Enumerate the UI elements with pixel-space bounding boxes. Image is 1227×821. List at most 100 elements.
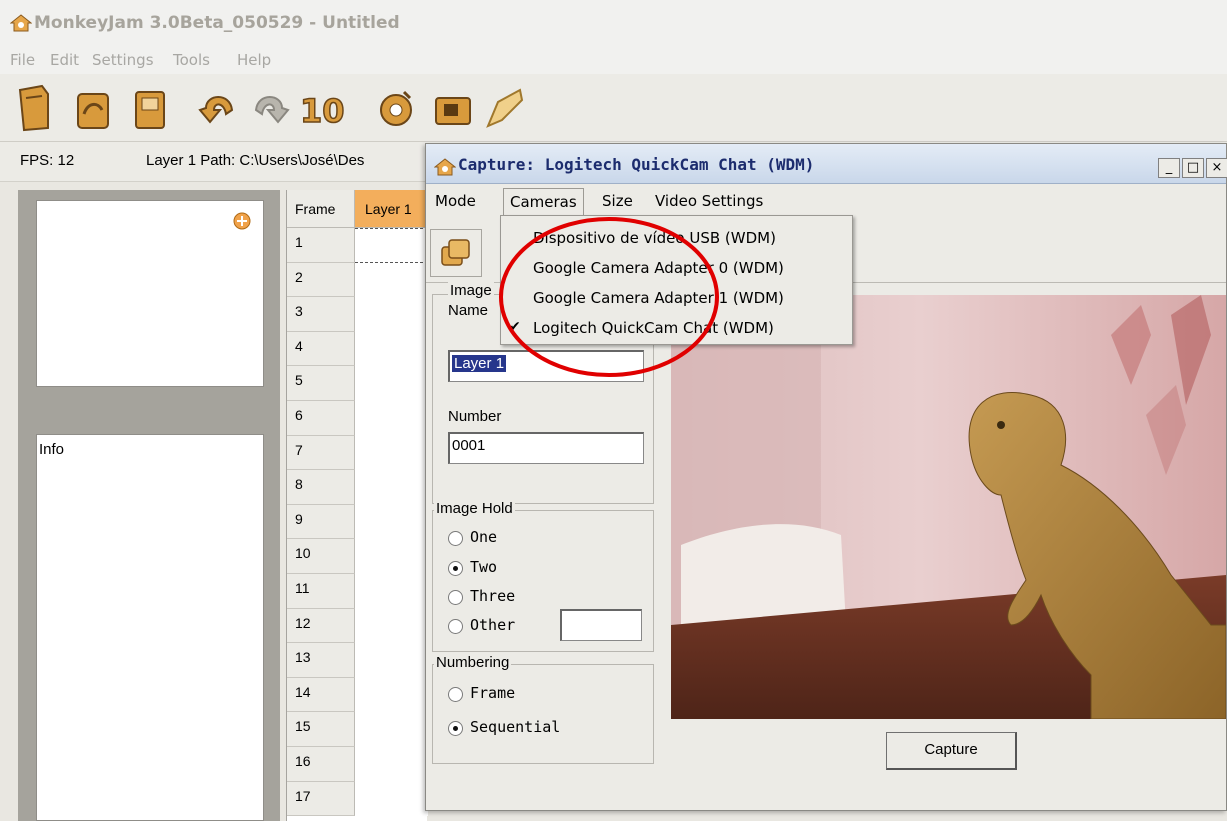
numbering-sequential-radio[interactable]: Sequential [448,718,618,742]
menu-help[interactable]: Help [237,51,271,69]
camera-icon[interactable] [430,80,476,134]
video-preview [671,295,1226,719]
main-title-bar: MonkeyJam 3.0Beta_050529 - Untitled [0,0,1227,44]
frame-number-label: 17 [295,787,311,804]
frame-number-label: 1 [295,234,303,250]
frame-number: 8 [287,470,355,505]
frame-cell[interactable] [355,435,428,471]
hold-three-radio[interactable]: Three [448,587,568,611]
frame-number-label: 3 [295,303,303,320]
frame-cell[interactable] [355,781,428,817]
frame-cell[interactable] [355,366,428,401]
frame-row[interactable]: 14 [287,677,428,713]
frame-number: 2 [287,262,355,298]
frame-number-label: 9 [295,510,303,527]
frame-number-label: 6 [295,407,303,423]
frame-row[interactable]: 6 [287,401,428,436]
fps-readout: FPS: 12 [20,152,75,169]
frame-row[interactable]: 9 [287,504,428,540]
camera-option-google-1[interactable]: Google Camera Adapter 1 (WDM) [501,284,852,314]
hold-other-label: Other [470,616,516,634]
frame-row[interactable]: 7 [287,435,428,471]
ten-frames-icon[interactable]: 10 [296,80,356,134]
cameras-dropdown: Dispositivo de vídeo USB (WDM) Google Ca… [500,215,853,345]
maximize-button[interactable]: □ [1182,158,1204,178]
frame-cell[interactable] [355,262,428,298]
hold-other-input[interactable] [560,609,642,641]
menu-file[interactable]: File [10,51,35,69]
play-icon[interactable] [482,80,528,134]
frame-number-label: 4 [295,337,303,354]
add-icon[interactable] [232,211,252,231]
numbering-groupbox [432,664,654,764]
menu-video-settings[interactable]: Video Settings [649,188,769,215]
minimize-button[interactable]: _ [1158,158,1180,178]
name-label: Name [448,302,489,319]
frame-row[interactable]: 1 [287,228,428,263]
frame-cell[interactable] [355,401,428,436]
preview-panel [36,200,264,387]
frame-cell[interactable] [355,677,428,713]
capture-icon[interactable] [374,80,420,134]
menu-cameras[interactable]: Cameras [503,188,584,215]
frame-number-label: 12 [295,614,311,631]
layer-column-header[interactable]: Layer 1 [355,190,428,228]
frame-cell[interactable] [355,504,428,540]
frame-cell[interactable] [355,643,428,678]
frame-cell[interactable] [355,228,428,263]
frame-row[interactable]: 11 [287,574,428,609]
frame-row[interactable]: 10 [287,539,428,574]
frame-cell[interactable] [355,331,428,367]
frame-number-label: 15 [295,718,311,735]
hold-other-radio[interactable]: Other [448,616,568,640]
frame-number: 1 [287,228,355,263]
frame-cell[interactable] [355,712,428,747]
frame-cell[interactable] [355,539,428,574]
hold-two-radio[interactable]: Two [448,558,568,582]
frame-row[interactable]: 3 [287,297,428,332]
menu-mode[interactable]: Mode [429,188,482,215]
save-icon[interactable] [126,80,172,134]
frame-cell[interactable] [355,297,428,332]
frame-cell[interactable] [355,747,428,782]
main-toolbar: 10 [0,74,1227,142]
frame-number-label: 8 [295,476,303,493]
numbering-frame-radio[interactable]: Frame [448,684,598,708]
frame-row[interactable]: 2 [287,262,428,298]
menu-size[interactable]: Size [596,188,639,215]
new-icon[interactable] [12,80,58,134]
frame-number: 12 [287,608,355,644]
number-input[interactable]: 0001 [448,432,644,464]
frame-row[interactable]: 17 [287,781,428,817]
frame-row[interactable]: 16 [287,747,428,782]
frame-row[interactable]: 4 [287,331,428,367]
frame-cell[interactable] [355,470,428,505]
capture-title: Capture: Logitech QuickCam Chat (WDM) [458,155,815,174]
redo-icon[interactable] [246,80,292,134]
frame-row[interactable]: 12 [287,608,428,644]
frame-row[interactable]: 5 [287,366,428,401]
camera-option-usb[interactable]: Dispositivo de vídeo USB (WDM) [501,224,852,254]
close-button[interactable]: × [1206,158,1227,178]
menu-tools[interactable]: Tools [173,51,210,69]
frame-row[interactable]: 15 [287,712,428,747]
app-icon [434,158,456,176]
frame-number: 13 [287,643,355,678]
frame-cell[interactable] [355,608,428,644]
capture-button[interactable]: Capture [886,732,1017,770]
frame-row[interactable]: 8 [287,470,428,505]
undo-icon[interactable] [196,80,242,134]
copy-frames-button[interactable] [430,229,482,277]
camera-option-logitech[interactable]: ✔ Logitech QuickCam Chat (WDM) [501,314,852,344]
frame-number: 5 [287,366,355,401]
hold-one-radio[interactable]: One [448,528,568,552]
hold-one-label: One [470,528,498,546]
camera-option-google-0[interactable]: Google Camera Adapter 0 (WDM) [501,254,852,284]
open-icon[interactable] [70,80,116,134]
numbering-sequential-label: Sequential [470,718,561,736]
frame-row[interactable]: 13 [287,643,428,678]
frame-cell[interactable] [355,574,428,609]
name-input[interactable]: Layer 1 [448,350,644,382]
menu-settings[interactable]: Settings [92,51,154,69]
menu-edit[interactable]: Edit [50,51,79,69]
